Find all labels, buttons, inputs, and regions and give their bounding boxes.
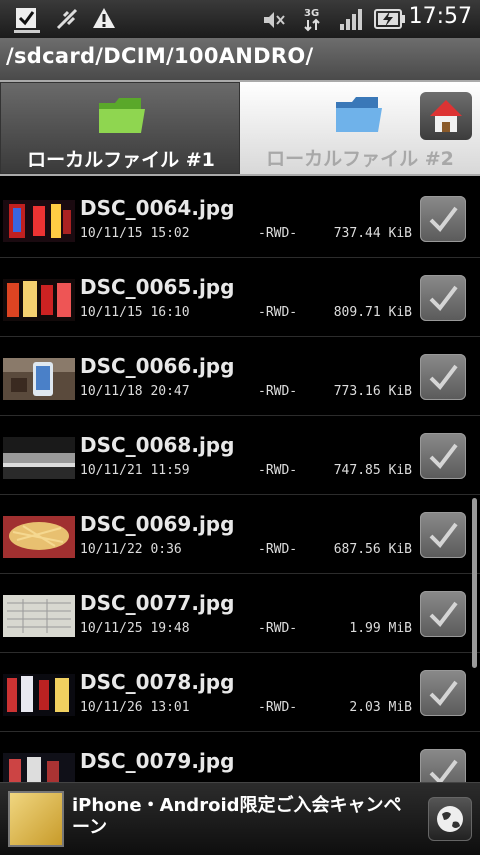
select-checkbox[interactable] <box>420 670 466 716</box>
file-attributes: -RWD- <box>258 542 298 557</box>
select-checkbox[interactable] <box>420 275 466 321</box>
file-name: DSC_0069.jpg <box>80 512 235 536</box>
file-name: DSC_0079.jpg <box>80 749 235 773</box>
file-size: 687.56 KiB <box>333 542 412 557</box>
home-icon <box>430 100 462 132</box>
home-button[interactable] <box>420 92 472 140</box>
file-row[interactable]: DSC_0079.jpg <box>0 733 480 782</box>
file-row[interactable]: DSC_0064.jpg 10/11/15 15:02 -RWD- 737.44… <box>0 180 480 258</box>
thumbnail <box>3 674 75 716</box>
file-date: 10/11/22 0:36 <box>80 542 182 557</box>
checkmark-icon <box>429 443 458 470</box>
file-attributes: -RWD- <box>258 226 298 241</box>
select-checkbox[interactable] <box>420 196 466 242</box>
download-complete-icon <box>14 8 40 33</box>
signal-icon <box>340 9 362 30</box>
file-attributes: -RWD- <box>258 621 298 636</box>
blue-folder-icon <box>336 97 382 132</box>
file-name: DSC_0077.jpg <box>80 591 235 615</box>
checkmark-icon <box>429 601 458 628</box>
file-name: DSC_0066.jpg <box>80 354 235 378</box>
file-row[interactable]: DSC_0065.jpg 10/11/15 16:10 -RWD- 809.71… <box>0 259 480 337</box>
select-checkbox[interactable] <box>420 354 466 400</box>
battery-charging-icon <box>374 9 405 29</box>
warning-icon <box>93 8 115 28</box>
ad-text: iPhone・Android限定ご入会キャンペーン <box>72 795 402 838</box>
checkmark-icon <box>429 522 458 549</box>
globe-icon <box>437 806 463 832</box>
tab-label: ローカルファイル #2 <box>266 148 454 170</box>
checkmark-icon <box>429 285 458 312</box>
checkmark-icon <box>429 759 458 782</box>
scrollbar[interactable] <box>472 498 477 668</box>
file-size: 773.16 KiB <box>333 384 412 399</box>
file-date: 10/11/25 19:48 <box>80 621 190 636</box>
thumbnail <box>3 595 75 637</box>
usb-debug-icon <box>56 8 78 30</box>
ad-card-image <box>8 791 64 847</box>
select-checkbox[interactable] <box>420 512 466 558</box>
file-row[interactable]: DSC_0077.jpg 10/11/25 19:48 -RWD- 1.99 M… <box>0 575 480 653</box>
checkmark-icon <box>429 206 458 233</box>
file-name: DSC_0078.jpg <box>80 670 235 694</box>
thumbnail <box>3 437 75 479</box>
thumbnail <box>3 753 75 782</box>
thumbnail <box>3 516 75 558</box>
checkmark-icon <box>429 680 458 707</box>
thumbnail <box>3 358 75 400</box>
3g-icon: 3G <box>304 8 320 32</box>
file-row[interactable]: DSC_0069.jpg 10/11/22 0:36 -RWD- 687.56 … <box>0 496 480 574</box>
thumbnail <box>3 279 75 321</box>
checkmark-icon <box>429 364 458 391</box>
file-size: 1.99 MiB <box>349 621 412 636</box>
file-row[interactable]: DSC_0078.jpg 10/11/26 13:01 -RWD- 2.03 M… <box>0 654 480 732</box>
file-attributes: -RWD- <box>258 463 298 478</box>
select-checkbox[interactable] <box>420 591 466 637</box>
file-list[interactable]: DSC_0064.jpg 10/11/15 15:02 -RWD- 737.44… <box>0 178 480 782</box>
file-name: DSC_0065.jpg <box>80 275 235 299</box>
tab-local-files-1[interactable]: ローカルファイル #1 <box>0 82 240 174</box>
file-date: 10/11/18 20:47 <box>80 384 190 399</box>
file-name: DSC_0068.jpg <box>80 433 235 457</box>
tab-label: ローカルファイル #1 <box>27 149 215 171</box>
thumbnail <box>3 200 75 242</box>
file-row[interactable]: DSC_0068.jpg 10/11/21 11:59 -RWD- 747.85… <box>0 417 480 495</box>
file-attributes: -RWD- <box>258 305 298 320</box>
file-size: 747.85 KiB <box>333 463 412 478</box>
file-attributes: -RWD- <box>258 384 298 399</box>
file-date: 10/11/15 16:10 <box>80 305 190 320</box>
file-size: 2.03 MiB <box>349 700 412 715</box>
svg-text:3G: 3G <box>304 8 319 19</box>
file-date: 10/11/26 13:01 <box>80 700 190 715</box>
green-folder-icon <box>99 98 145 133</box>
file-row[interactable]: DSC_0066.jpg 10/11/18 20:47 -RWD- 773.16… <box>0 338 480 416</box>
ad-banner[interactable]: iPhone・Android限定ご入会キャンペーン <box>0 782 480 855</box>
current-path: /sdcard/DCIM/100ANDRO/ <box>6 44 314 68</box>
file-date: 10/11/15 15:02 <box>80 226 190 241</box>
file-date: 10/11/21 11:59 <box>80 463 190 478</box>
file-size: 737.44 KiB <box>333 226 412 241</box>
status-bar: 3G 17:57 <box>0 0 480 38</box>
file-name: DSC_0064.jpg <box>80 196 235 220</box>
mute-icon <box>264 12 285 28</box>
clock: 17:57 <box>408 4 472 29</box>
file-attributes: -RWD- <box>258 700 298 715</box>
select-checkbox[interactable] <box>420 749 466 782</box>
tab-local-files-2[interactable]: ローカルファイル #2 <box>240 82 480 174</box>
path-bar: /sdcard/DCIM/100ANDRO/ <box>0 38 480 81</box>
tab-bar: ローカルファイル #1 ローカルファイル #2 <box>0 80 480 176</box>
select-checkbox[interactable] <box>420 433 466 479</box>
file-size: 809.71 KiB <box>333 305 412 320</box>
ad-globe-button[interactable] <box>428 797 472 841</box>
